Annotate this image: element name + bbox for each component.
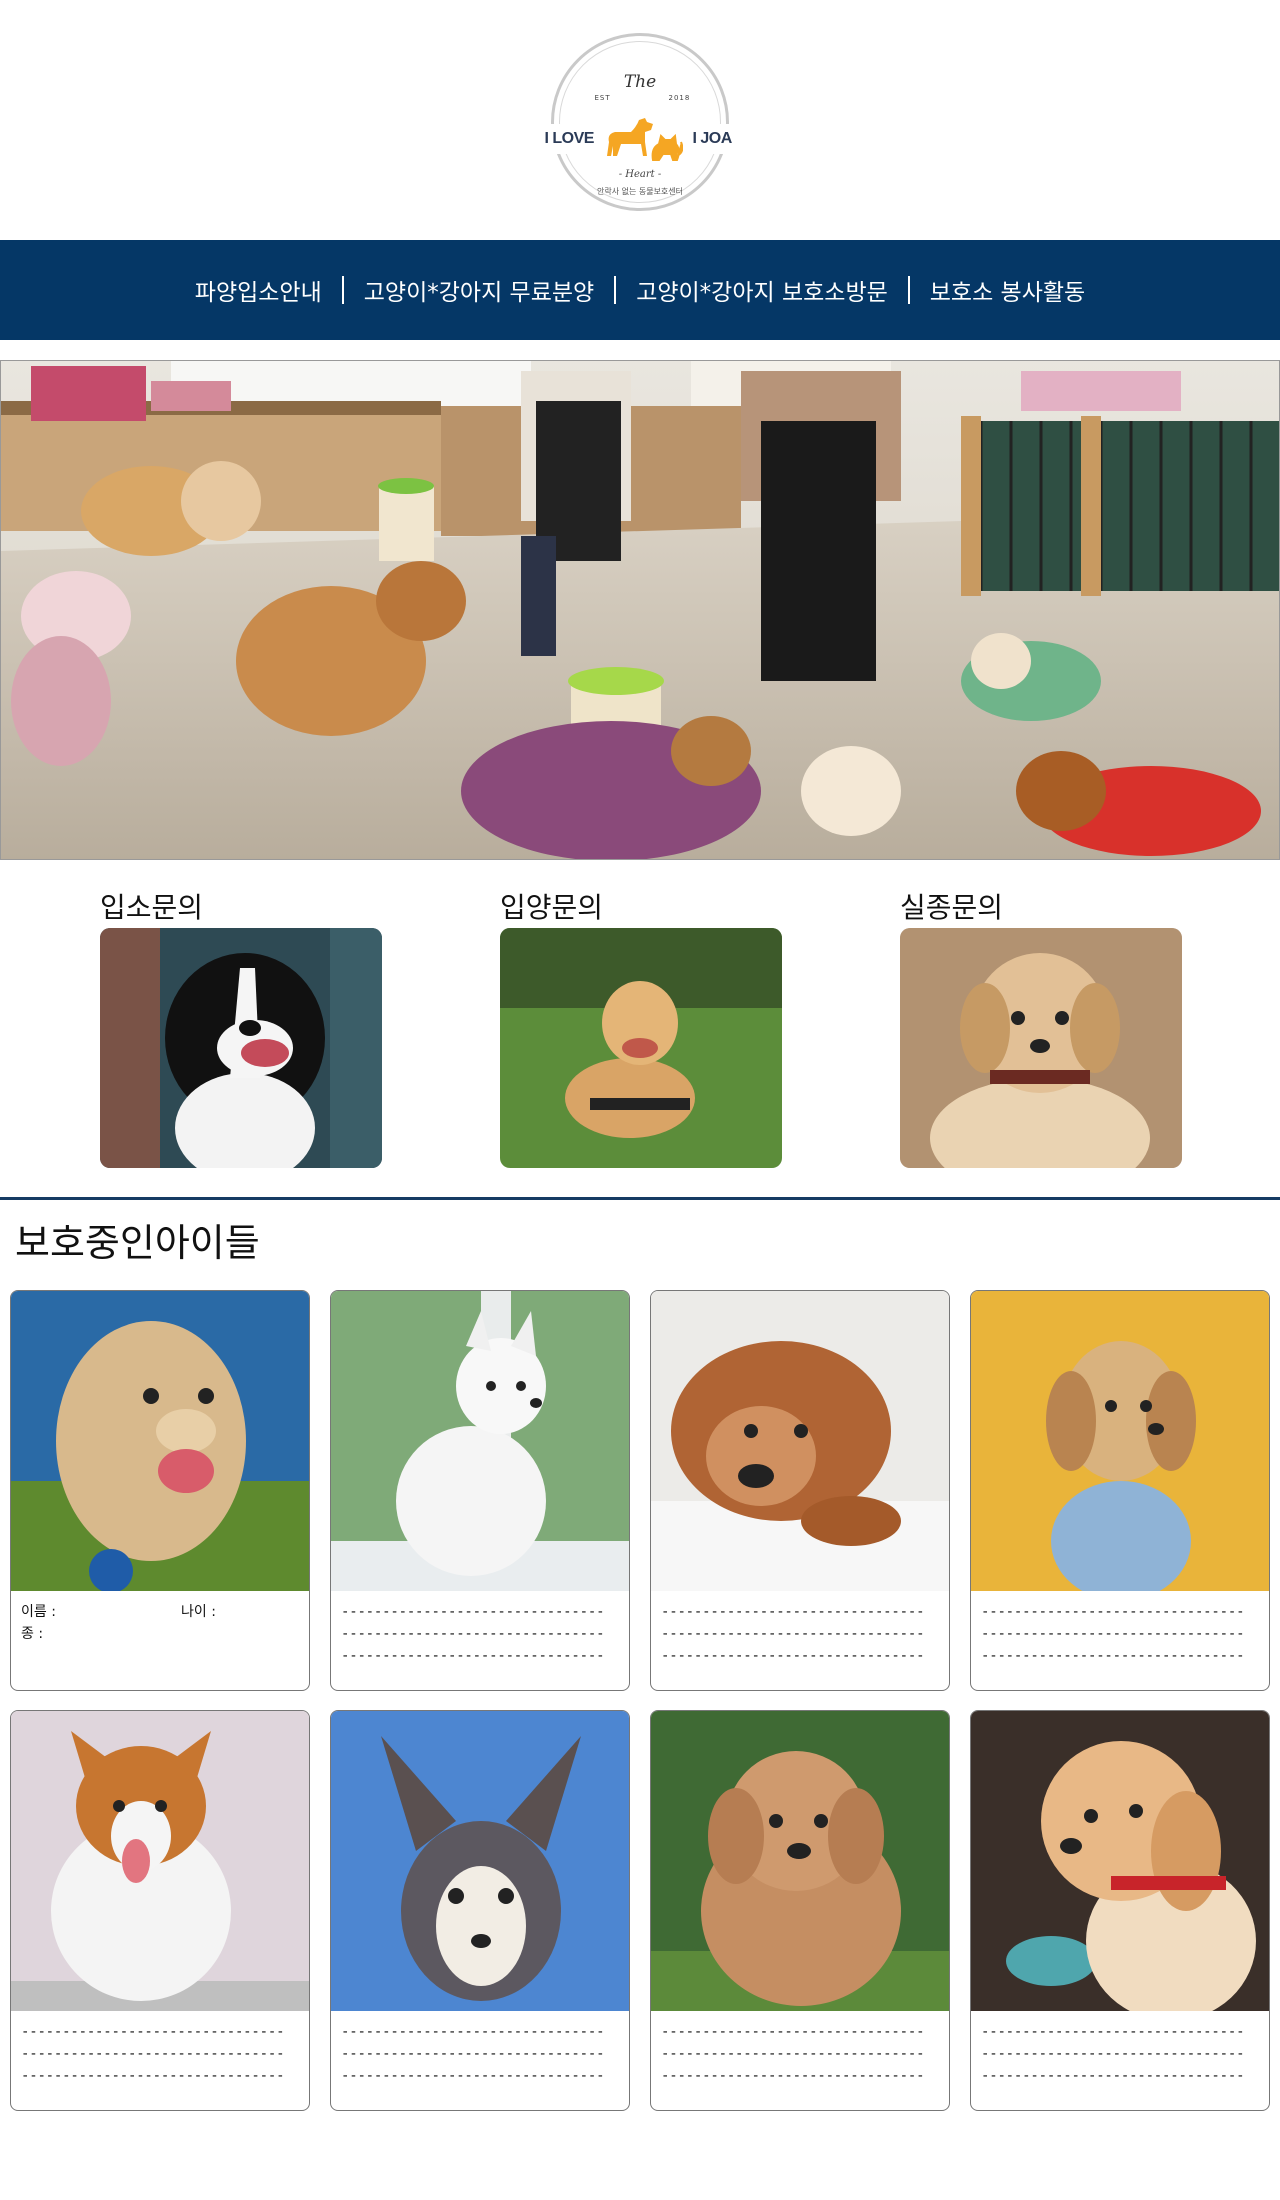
placeholder-line: -------------------------------- bbox=[981, 1604, 1245, 1620]
placeholder-line: -------------------------------- bbox=[341, 1604, 605, 1620]
pet-info: -------------------------------- -------… bbox=[971, 2011, 1269, 2087]
placeholder-line: -------------------------------- bbox=[341, 2068, 605, 2084]
inquiry-image[interactable] bbox=[100, 928, 382, 1168]
placeholder-line: -------------------------------- bbox=[341, 1626, 605, 1642]
pet-card[interactable]: -------------------------------- -------… bbox=[970, 1290, 1270, 1691]
placeholder-line: -------------------------------- bbox=[341, 1648, 605, 1664]
logo-left-text: I LOVE bbox=[544, 129, 595, 147]
hero-shelter-image bbox=[0, 360, 1280, 860]
pet-info: -------------------------------- -------… bbox=[651, 1591, 949, 1667]
placeholder-line: -------------------------------- bbox=[981, 1648, 1245, 1664]
section-divider bbox=[0, 1197, 1280, 1200]
inquiry-title: 실종문의 bbox=[900, 891, 1004, 924]
placeholder-line: -------------------------------- bbox=[981, 2024, 1245, 2040]
section-title: 보호중인아이들 bbox=[15, 1221, 260, 1265]
placeholder-line: -------------------------------- bbox=[21, 2046, 285, 2062]
placeholder-line: -------------------------------- bbox=[661, 1604, 925, 1620]
dog-cat-icon bbox=[606, 117, 683, 161]
placeholder-line: -------------------------------- bbox=[341, 2024, 605, 2040]
site-logo[interactable]: The EST 2018 I LOVE I JOA - Heart - 안락사 … bbox=[542, 28, 738, 213]
placeholder-line: -------------------------------- bbox=[21, 2024, 285, 2040]
placeholder-line: -------------------------------- bbox=[21, 2068, 285, 2084]
pet-card[interactable]: -------------------------------- -------… bbox=[10, 1710, 310, 2111]
pet-card[interactable]: -------------------------------- -------… bbox=[970, 1710, 1270, 2111]
logo-area: The EST 2018 I LOVE I JOA - Heart - 안락사 … bbox=[0, 0, 1280, 240]
nav-item-shelter-visit[interactable]: 고양이*강아지 보호소방문 bbox=[616, 273, 908, 307]
nav-item-surrender-guide[interactable]: 파양입소안내 bbox=[175, 273, 342, 307]
inquiry-adoption[interactable]: 입양문의 bbox=[500, 888, 782, 1168]
logo-year-text: 2018 bbox=[668, 93, 691, 102]
pet-photo[interactable] bbox=[331, 1291, 629, 1591]
inquiry-image[interactable] bbox=[900, 928, 1182, 1168]
pet-name-label: 이름 : bbox=[21, 1604, 56, 1620]
nav-item-free-adoption[interactable]: 고양이*강아지 무료분양 bbox=[344, 273, 614, 307]
inquiry-image[interactable] bbox=[500, 928, 782, 1168]
placeholder-line: -------------------------------- bbox=[661, 2046, 925, 2062]
pet-card[interactable]: 이름 : 나이 : 종 : bbox=[10, 1290, 310, 1691]
main-nav: 파양입소안내 고양이*강아지 무료분양 고양이*강아지 보호소방문 보호소 봉사… bbox=[0, 240, 1280, 340]
placeholder-line: -------------------------------- bbox=[981, 1626, 1245, 1642]
logo-sub-text: 안락사 없는 동물보호센터 bbox=[596, 186, 684, 196]
inquiry-title: 입소문의 bbox=[100, 891, 204, 924]
pet-card[interactable]: -------------------------------- -------… bbox=[330, 1710, 630, 2111]
pet-info: -------------------------------- -------… bbox=[331, 1591, 629, 1667]
logo-est-text: EST bbox=[594, 93, 611, 102]
pet-card[interactable]: -------------------------------- -------… bbox=[330, 1290, 630, 1691]
pet-info: -------------------------------- -------… bbox=[971, 1591, 1269, 1667]
pet-photo[interactable] bbox=[331, 1711, 629, 2011]
pet-photo[interactable] bbox=[651, 1291, 949, 1591]
pet-info: 이름 : 나이 : 종 : bbox=[11, 1591, 309, 1645]
placeholder-line: -------------------------------- bbox=[661, 2024, 925, 2040]
pet-photo[interactable] bbox=[11, 1291, 309, 1591]
logo-heart-text: - Heart - bbox=[618, 168, 662, 180]
pet-photo[interactable] bbox=[11, 1711, 309, 2011]
logo-the-text: The bbox=[623, 71, 657, 92]
pet-photo[interactable] bbox=[971, 1711, 1269, 2011]
nav-item-volunteer[interactable]: 보호소 봉사활동 bbox=[910, 273, 1105, 307]
pet-photo[interactable] bbox=[651, 1711, 949, 2011]
pet-age-label: 나이 : bbox=[181, 1604, 216, 1620]
placeholder-line: -------------------------------- bbox=[981, 2046, 1245, 2062]
pet-info: -------------------------------- -------… bbox=[331, 2011, 629, 2087]
logo-right-text: I JOA bbox=[692, 129, 733, 147]
pet-photo[interactable] bbox=[971, 1291, 1269, 1591]
placeholder-line: -------------------------------- bbox=[661, 1626, 925, 1642]
pet-info: -------------------------------- -------… bbox=[651, 2011, 949, 2087]
inquiry-missing[interactable]: 실종문의 bbox=[900, 888, 1182, 1168]
inquiry-surrender[interactable]: 입소문의 bbox=[100, 888, 382, 1168]
pet-card[interactable]: -------------------------------- -------… bbox=[650, 1710, 950, 2111]
placeholder-line: -------------------------------- bbox=[661, 1648, 925, 1664]
inquiry-title: 입양문의 bbox=[500, 891, 604, 924]
placeholder-line: -------------------------------- bbox=[661, 2068, 925, 2084]
pet-card[interactable]: -------------------------------- -------… bbox=[650, 1290, 950, 1691]
pet-breed-label: 종 : bbox=[21, 1626, 44, 1642]
placeholder-line: -------------------------------- bbox=[981, 2068, 1245, 2084]
placeholder-line: -------------------------------- bbox=[341, 2046, 605, 2062]
pet-info: -------------------------------- -------… bbox=[11, 2011, 309, 2087]
